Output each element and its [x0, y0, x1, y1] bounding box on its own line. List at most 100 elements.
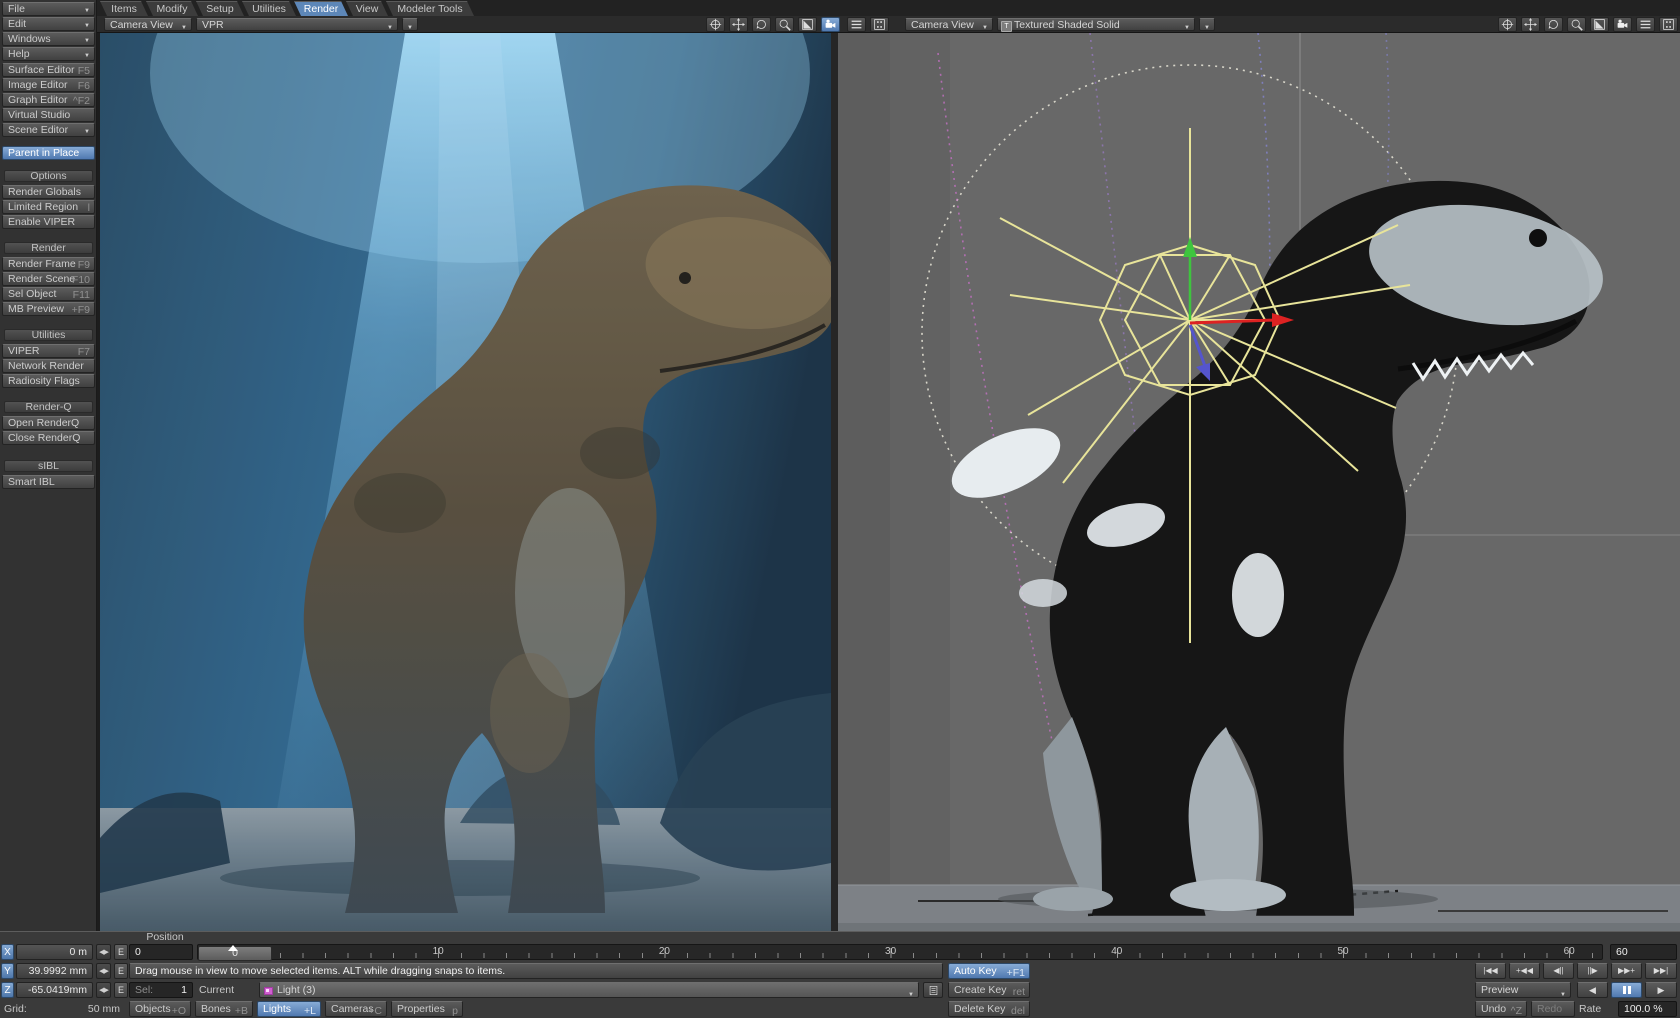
- crosshair-icon: [709, 18, 722, 31]
- x-stepper[interactable]: ◀▶: [96, 944, 111, 960]
- sidebar-item-surface-editor[interactable]: Surface EditorF5: [2, 63, 95, 77]
- selection-count-field[interactable]: Sel:1: [129, 982, 193, 998]
- y-envelope-button[interactable]: E: [114, 963, 128, 979]
- go-start-button[interactable]: |◀◀: [1475, 963, 1506, 979]
- y-axis-badge[interactable]: Y: [1, 963, 14, 979]
- sidebar-item-render-scene[interactable]: Render SceneF10: [2, 272, 95, 286]
- redo-button[interactable]: Redo: [1531, 1001, 1575, 1017]
- current-frame-field[interactable]: 0: [129, 944, 193, 960]
- z-axis-badge[interactable]: Z: [1, 982, 14, 998]
- sidebar-item-close-renderq[interactable]: Close RenderQ: [2, 431, 95, 445]
- right-viewport-options-dropdown[interactable]: ▼: [1199, 18, 1215, 31]
- sidebar-item-open-renderq[interactable]: Open RenderQ: [2, 416, 95, 430]
- left-move-view-button[interactable]: [729, 17, 748, 32]
- pause-button[interactable]: [1611, 982, 1642, 998]
- tab-render[interactable]: Render: [294, 1, 348, 16]
- cameras-mode-button[interactable]: Cameras+C: [325, 1001, 387, 1017]
- sidebar-item-smart-ibl[interactable]: Smart IBL: [2, 475, 95, 489]
- fit-icon: [801, 18, 814, 31]
- sidebar-item-network-render[interactable]: Network Render: [2, 359, 95, 373]
- tab-setup[interactable]: Setup: [196, 1, 244, 16]
- lights-mode-button[interactable]: Lights+L: [257, 1001, 321, 1017]
- sidebar-item-image-editor[interactable]: Image EditorF6: [2, 78, 95, 92]
- right-viewport-shaded[interactable]: [838, 33, 1680, 931]
- left-rotate-view-button[interactable]: [752, 17, 771, 32]
- y-stepper[interactable]: ◀▶: [96, 963, 111, 979]
- tab-modeler-tools[interactable]: Modeler Tools: [386, 1, 474, 16]
- item-list-button[interactable]: [923, 982, 943, 998]
- sidebar-item-viper[interactable]: VIPERF7: [2, 344, 95, 358]
- sidebar-item-render-globals[interactable]: Render Globals: [2, 185, 95, 199]
- right-rotate-view-button[interactable]: [1544, 17, 1563, 32]
- objects-mode-button[interactable]: Objects+O: [129, 1001, 191, 1017]
- play-forward-button[interactable]: ▶: [1645, 982, 1677, 998]
- properties-button[interactable]: Propertiesp: [391, 1001, 463, 1017]
- x-axis-badge[interactable]: X: [1, 944, 14, 960]
- x-position-field[interactable]: 0 m: [16, 944, 93, 960]
- menu-windows[interactable]: Windows▼: [2, 32, 95, 46]
- menu-help[interactable]: Help▼: [2, 47, 95, 61]
- left-render-mode-dropdown[interactable]: VPR▼: [196, 18, 398, 31]
- sidebar-item-mb-preview[interactable]: MB Preview+F9: [2, 302, 95, 316]
- grid-value: 50 mm: [55, 1001, 120, 1017]
- sidebar-item-parent-in-place[interactable]: Parent in Place: [2, 146, 95, 160]
- sidebar-item-render-frame[interactable]: Render FrameF9: [2, 257, 95, 271]
- sidebar-item-virtual-studio[interactable]: Virtual Studio: [2, 108, 95, 122]
- sidebar-item-limited-region[interactable]: Limited Regionl: [2, 200, 95, 214]
- auto-key-button[interactable]: Auto Key+F1: [948, 963, 1030, 979]
- tab-items[interactable]: Items: [100, 1, 148, 16]
- sidebar-item-scene-editor[interactable]: Scene Editor▼: [2, 123, 95, 137]
- play-reverse-button[interactable]: ◀: [1577, 982, 1608, 998]
- next-key-button[interactable]: ▶▶+: [1611, 963, 1642, 979]
- left-view-mode-dropdown[interactable]: Camera View▼: [104, 18, 192, 31]
- viewport-splitter[interactable]: [831, 33, 838, 931]
- right-viewport-menu-button[interactable]: [1636, 17, 1655, 32]
- z-envelope-button[interactable]: E: [114, 982, 128, 998]
- create-key-button[interactable]: Create Keyret: [948, 982, 1030, 998]
- left-center-item-button[interactable]: [706, 17, 725, 32]
- tab-view[interactable]: View: [346, 1, 388, 16]
- prev-key-button[interactable]: +◀◀: [1509, 963, 1540, 979]
- timeline-ruler[interactable]: 0 102030405060: [197, 944, 1603, 960]
- left-viewport-vpr[interactable]: [100, 33, 831, 931]
- right-pane-layout-button[interactable]: [1659, 17, 1678, 32]
- menu-file[interactable]: File▼: [2, 2, 95, 16]
- undo-button[interactable]: Undo^Z: [1475, 1001, 1527, 1017]
- z-stepper[interactable]: ◀▶: [96, 982, 111, 998]
- step-forward-button[interactable]: ||▶: [1577, 963, 1608, 979]
- right-zoom-view-button[interactable]: [1567, 17, 1586, 32]
- y-position-field[interactable]: 39.9992 mm: [16, 963, 93, 979]
- menu-edit[interactable]: Edit▼: [2, 17, 95, 31]
- right-center-item-button[interactable]: [1498, 17, 1517, 32]
- x-envelope-button[interactable]: E: [114, 944, 128, 960]
- sidebar-item-graph-editor[interactable]: Graph Editor^F2: [2, 93, 95, 107]
- magnifier-icon: [778, 18, 791, 31]
- bones-mode-button[interactable]: Bones+B: [195, 1001, 253, 1017]
- right-move-view-button[interactable]: [1521, 17, 1540, 32]
- sidebar-item-enable-viper[interactable]: Enable VIPER: [2, 215, 95, 229]
- right-fit-view-button[interactable]: [1590, 17, 1609, 32]
- z-position-field[interactable]: -65.0419mm: [16, 982, 93, 998]
- step-back-button[interactable]: ◀||: [1543, 963, 1574, 979]
- tab-utilities[interactable]: Utilities: [242, 1, 296, 16]
- sidebar-item-radiosity-flags[interactable]: Radiosity Flags: [2, 374, 95, 388]
- preview-dropdown[interactable]: Preview▼: [1475, 982, 1571, 998]
- rate-label: Rate: [1579, 1001, 1613, 1017]
- delete-key-button[interactable]: Delete Keydel: [948, 1001, 1030, 1017]
- left-zoom-view-button[interactable]: [775, 17, 794, 32]
- pane-layout-icon: [873, 18, 886, 31]
- right-camera-view-button[interactable]: [1613, 17, 1632, 32]
- current-item-dropdown[interactable]: Light (3)▼: [259, 982, 919, 998]
- left-viewport-options-dropdown[interactable]: ▼: [402, 18, 418, 31]
- go-end-button[interactable]: ▶▶|: [1645, 963, 1677, 979]
- last-frame-field[interactable]: 60: [1610, 944, 1677, 960]
- left-fit-view-button[interactable]: [798, 17, 817, 32]
- left-viewport-menu-button[interactable]: [847, 17, 866, 32]
- rate-field[interactable]: 100.0 %: [1618, 1001, 1677, 1017]
- right-render-mode-dropdown[interactable]: TTextured Shaded Solid▼: [997, 18, 1195, 31]
- sidebar-item-sel-object[interactable]: Sel ObjectF11: [2, 287, 95, 301]
- left-camera-view-button[interactable]: [821, 17, 840, 32]
- left-pane-layout-button[interactable]: [870, 17, 889, 32]
- tab-modify[interactable]: Modify: [146, 1, 198, 16]
- right-view-mode-dropdown[interactable]: Camera View▼: [905, 18, 993, 31]
